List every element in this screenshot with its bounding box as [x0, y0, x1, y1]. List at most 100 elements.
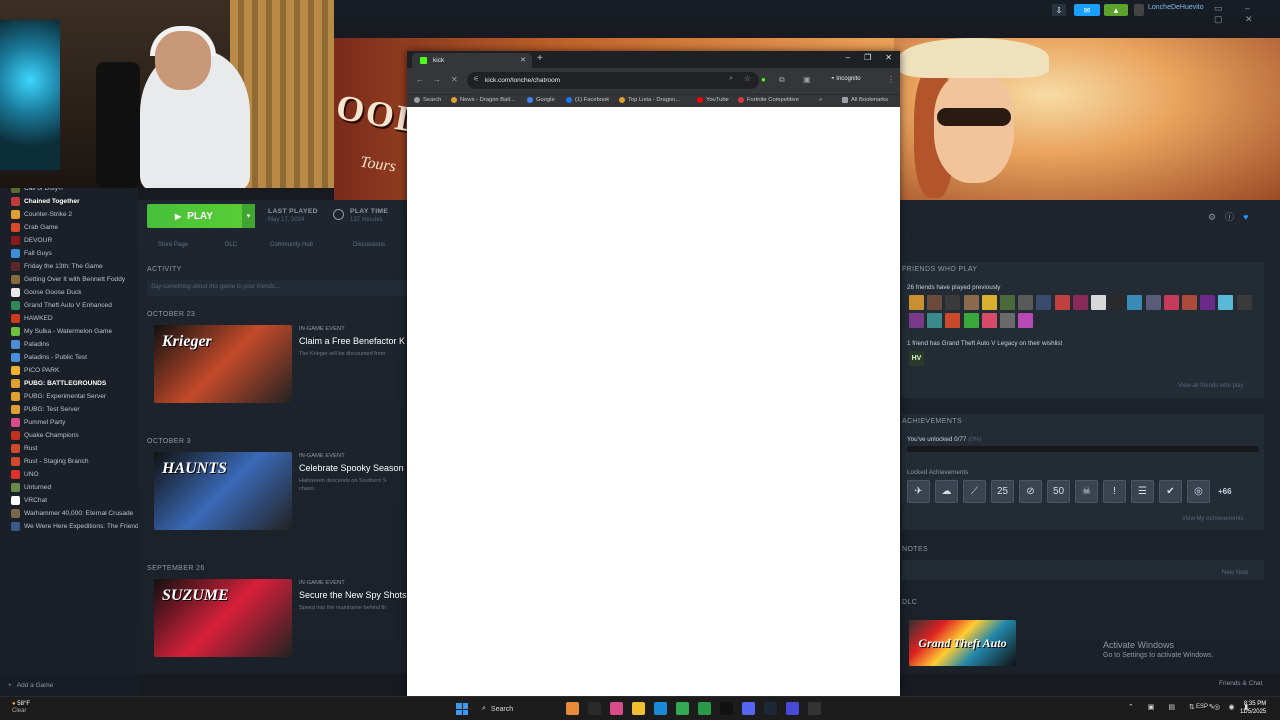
download-icon[interactable]: ⇩ [1052, 4, 1066, 16]
friend-avatar[interactable] [1091, 295, 1106, 310]
store-page-link[interactable]: Store Page [158, 242, 188, 248]
library-item[interactable]: Call of Duty® [0, 188, 138, 195]
dlc-link[interactable]: DLC [225, 242, 237, 248]
view-achievements-link[interactable]: View My Achievements [1182, 516, 1244, 522]
friend-avatar[interactable] [927, 313, 943, 328]
friend-avatar[interactable] [1182, 295, 1197, 310]
bookmark-item[interactable]: Fortnite Competitive [738, 97, 799, 103]
library-item[interactable]: My Sulka - Watermelon Game [0, 325, 138, 338]
friend-avatar[interactable] [927, 295, 943, 310]
friend-avatar[interactable] [1018, 313, 1034, 328]
language-indicator[interactable]: ESP [1196, 704, 1208, 710]
more-achievements-count[interactable]: +66 [1218, 487, 1232, 496]
event-title[interactable]: Celebrate Spooky Season [299, 463, 404, 473]
new-note-link[interactable]: New Note [1222, 570, 1248, 576]
extensions-puzzle-icon[interactable]: ⧉ [779, 75, 785, 85]
file-explorer-icon[interactable] [632, 702, 645, 715]
event-image[interactable]: HAUNTS [154, 452, 292, 530]
taskbar-search[interactable]: ⌕ Search [478, 702, 560, 716]
library-item[interactable]: PICO PARK [0, 364, 138, 377]
library-item[interactable]: Rust - Staging Branch [0, 455, 138, 468]
zoom-icon[interactable]: ⌕ [729, 75, 733, 83]
friend-avatar[interactable] [945, 313, 961, 328]
activity-input[interactable]: Say something about this game to your fr… [147, 280, 407, 296]
friend-avatar[interactable] [981, 313, 997, 328]
library-item[interactable]: Paladins - Public Test [0, 351, 138, 364]
library-item[interactable]: Goose Goose Duck [0, 286, 138, 299]
bookmark-item[interactable]: News - Dragon Ball... [451, 97, 515, 103]
gear-icon[interactable]: ⚙ [1208, 212, 1225, 222]
extension-icon[interactable]: ● [761, 75, 766, 84]
forward-icon[interactable]: → [433, 75, 441, 84]
library-item[interactable]: Grand Theft Auto V Enhanced [0, 299, 138, 312]
avatar[interactable] [1134, 4, 1144, 16]
friend-avatar[interactable] [1218, 295, 1234, 310]
info-icon[interactable]: ⓘ [1225, 212, 1243, 222]
notifications-icon[interactable]: ▲ [1104, 4, 1128, 16]
locked-achievement-icon[interactable]: ☰ [1131, 480, 1154, 503]
locked-achievement-icon[interactable]: 25 [991, 480, 1014, 503]
library-item[interactable]: Friday the 13th: The Game [0, 260, 138, 273]
announce-icon[interactable]: ✉ [1074, 4, 1100, 16]
add-game-button[interactable]: + Add a Game [0, 674, 138, 696]
friend-avatar[interactable] [1127, 295, 1143, 310]
close-icon[interactable]: ✕ [885, 53, 892, 62]
library-item[interactable]: Getting Over It with Bennett Foddy [0, 273, 138, 286]
library-item[interactable]: Pummel Party [0, 416, 138, 429]
new-tab-icon[interactable]: + [537, 53, 543, 64]
library-item[interactable]: PUBG: Test Server [0, 403, 138, 416]
library-item[interactable]: Fall Guys [0, 247, 138, 260]
more-bookmarks-icon[interactable]: » [819, 97, 822, 103]
library-item[interactable]: Warhammer 40,000: Eternal Crusade [0, 507, 138, 520]
view-all-friends-link[interactable]: View all friends who play [1178, 383, 1244, 389]
library-item[interactable]: Counter-Strike 2 [0, 208, 138, 221]
all-bookmarks[interactable]: All Bookmarks [842, 97, 888, 103]
close-tab-icon[interactable]: ✕ [520, 56, 526, 64]
bookmark-item[interactable]: YouTube [697, 97, 729, 103]
bookmark-star-icon[interactable]: ☆ [744, 74, 751, 83]
chrome-tab[interactable]: kick ✕ [412, 53, 532, 68]
locked-achievement-icon[interactable]: ⊘ [1019, 480, 1042, 503]
friend-avatar[interactable] [963, 295, 979, 310]
app-icon[interactable] [566, 702, 579, 715]
friend-avatar[interactable] [1054, 295, 1070, 310]
event-image[interactable]: Krieger [154, 325, 292, 403]
windows-start-icon[interactable] [456, 703, 468, 715]
play-dropdown-button[interactable]: ▾ [242, 204, 255, 228]
incognito-badge[interactable]: ◓ Incognito [831, 76, 861, 82]
discord-icon[interactable] [742, 702, 755, 715]
friend-avatar[interactable] [909, 313, 924, 328]
username[interactable]: LoncheDeHuevito [1148, 4, 1204, 11]
event-title[interactable]: Secure the New Spy Shots [299, 590, 407, 600]
locked-achievement-icon[interactable]: ! [1103, 480, 1126, 503]
app-icon[interactable] [610, 702, 623, 715]
event-image[interactable]: SUZUME [154, 579, 292, 657]
taskbar-clock[interactable]: 8:35 PM 11/5/2025 [1240, 700, 1266, 716]
library-item[interactable]: Unturned [0, 481, 138, 494]
restore-icon[interactable]: ❐ [864, 53, 871, 62]
locked-achievement-icon[interactable]: ☁ [935, 480, 958, 503]
locked-achievement-icon[interactable]: ◎ [1187, 480, 1210, 503]
stop-loading-icon[interactable]: ✕ [451, 75, 458, 84]
friend-avatar[interactable] [981, 295, 997, 310]
friend-avatar[interactable] [909, 295, 924, 310]
discussions-link[interactable]: Discussions [353, 242, 385, 248]
friend-avatar[interactable] [1000, 313, 1015, 328]
play-button[interactable]: ▶ PLAY [147, 204, 255, 228]
library-item[interactable]: Chained Together [0, 195, 138, 208]
friend-avatar[interactable] [963, 313, 979, 328]
chrome-icon[interactable] [676, 702, 689, 715]
friend-avatar[interactable] [1109, 295, 1125, 310]
app-icon[interactable] [720, 702, 733, 715]
sidepanel-icon[interactable]: ▣ [803, 75, 811, 84]
bookmark-item[interactable]: Search [414, 97, 441, 103]
locked-achievement-icon[interactable]: ✈ [907, 480, 930, 503]
locked-achievement-icon[interactable]: ✔ [1159, 480, 1182, 503]
app-icon[interactable] [808, 702, 821, 715]
friend-avatar[interactable] [1072, 295, 1088, 310]
app-icon[interactable] [588, 702, 601, 715]
steam-icon[interactable] [764, 702, 777, 715]
chrome-menu-icon[interactable]: ⋮ [887, 75, 895, 84]
dlc-image[interactable]: Grand Theft Auto [909, 620, 1016, 666]
friend-avatar[interactable] [1000, 295, 1015, 310]
